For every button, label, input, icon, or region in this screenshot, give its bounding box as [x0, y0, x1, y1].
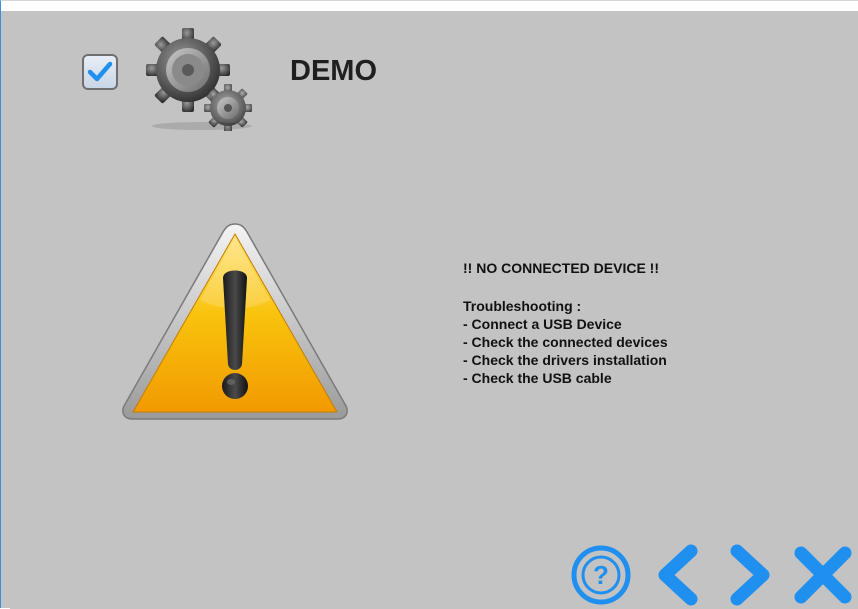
- page-title: DEMO: [290, 55, 377, 87]
- close-icon[interactable]: [791, 543, 855, 607]
- app-window: DEMO !! NO CONNECTED DEVICE !! Troublesh…: [0, 0, 858, 609]
- demo-checkbox[interactable]: [82, 54, 118, 90]
- error-heading: !! NO CONNECTED DEVICE !!: [463, 260, 659, 276]
- troubleshooting-item: - Connect a USB Device: [463, 316, 622, 332]
- back-icon[interactable]: [647, 543, 711, 607]
- warning-icon: [122, 223, 348, 420]
- troubleshooting-item: - Check the USB cable: [463, 370, 612, 386]
- status-message: !! NO CONNECTED DEVICE !! Troubleshootin…: [463, 259, 843, 387]
- gears-icon: [146, 28, 252, 131]
- navigation-bar: ?: [569, 537, 858, 609]
- help-icon[interactable]: ?: [569, 543, 633, 607]
- window-top-border: [1, 1, 858, 11]
- svg-text:?: ?: [593, 560, 609, 590]
- troubleshooting-item: - Check the drivers installation: [463, 352, 667, 368]
- troubleshooting-item: - Check the connected devices: [463, 334, 668, 350]
- checkmark-icon: [87, 61, 113, 82]
- main-panel: DEMO !! NO CONNECTED DEVICE !! Troublesh…: [10, 11, 858, 609]
- troubleshooting-title: Troubleshooting :: [463, 298, 582, 314]
- next-icon[interactable]: [717, 543, 781, 607]
